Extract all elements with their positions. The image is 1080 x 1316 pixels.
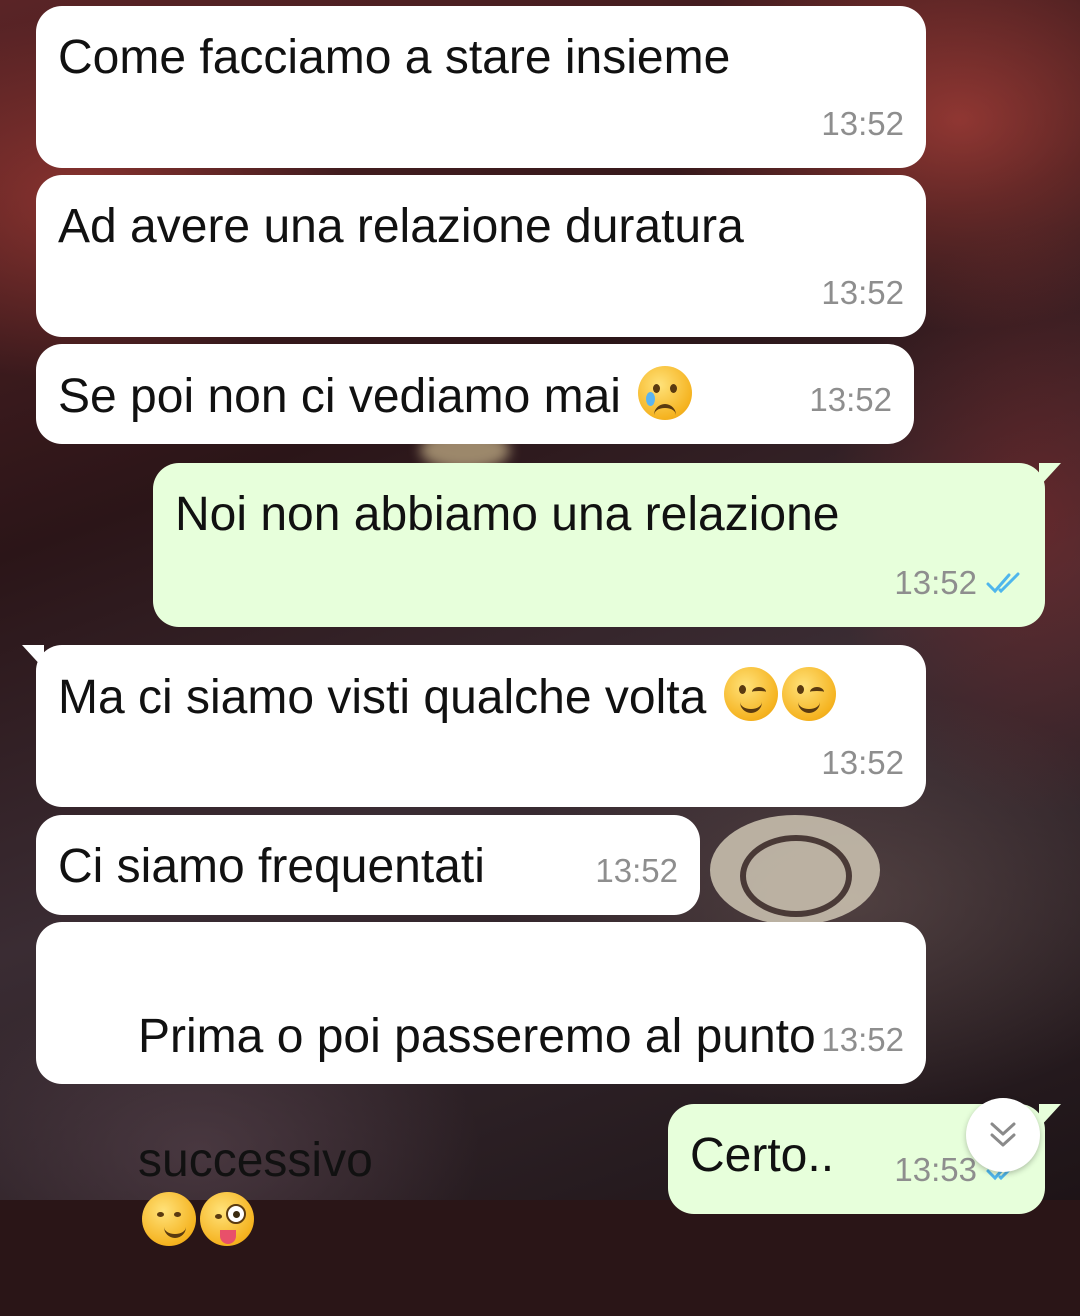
incoming-message[interactable]: Come facciamo a stare insieme 13:52 <box>36 6 926 168</box>
message-text: successivo <box>138 1134 373 1187</box>
message-time: 13:52 <box>821 274 904 311</box>
crying-face-icon <box>638 366 693 420</box>
message-time: 13:52 <box>821 105 904 142</box>
message-time: 13:52 <box>821 1021 904 1058</box>
message-text: Se poi non ci vediamo mai <box>58 370 621 423</box>
message-time: 13:52 <box>809 381 892 418</box>
message-time: 13:52 <box>894 564 977 601</box>
message-text: Prima o poi passeremo al punto <box>138 1010 816 1063</box>
scroll-to-bottom-button[interactable] <box>966 1098 1040 1172</box>
winking-face-icon <box>781 667 836 721</box>
incoming-message[interactable]: Ci siamo frequentati 13:52 <box>36 815 700 915</box>
double-chevron-down-icon <box>990 1122 1016 1147</box>
message-time: 13:52 <box>821 744 904 781</box>
message-text: Noi non abbiamo una relazione <box>175 488 840 541</box>
message-text: Ad avere una relazione duratura <box>58 200 744 253</box>
incoming-message[interactable]: Ma ci siamo visti qualche volta 13:52 <box>22 645 926 807</box>
winking-face-with-tongue-icon <box>200 1192 255 1246</box>
smirking-face-icon <box>142 1192 197 1246</box>
message-text: Ci siamo frequentati <box>58 840 485 893</box>
winking-face-icon <box>723 667 778 721</box>
message-text: Ma ci siamo visti qualche volta <box>58 671 707 724</box>
message-list[interactable]: Come facciamo a stare insieme 13:52 Ad a… <box>0 0 1080 1246</box>
outgoing-message[interactable]: Noi non abbiamo una relazione 13:52 <box>153 463 1061 627</box>
incoming-message[interactable]: Ad avere una relazione duratura 13:52 <box>36 175 926 337</box>
double-check-read-icon <box>986 572 1020 594</box>
incoming-message[interactable]: Prima o poi passeremo al punto successiv… <box>36 922 926 1246</box>
message-time: 13:52 <box>595 852 678 889</box>
incoming-message[interactable]: Se poi non ci vediamo mai 13:52 <box>36 344 914 444</box>
message-time: 13:53 <box>894 1151 977 1188</box>
message-text: Come facciamo a stare insieme <box>58 31 731 84</box>
